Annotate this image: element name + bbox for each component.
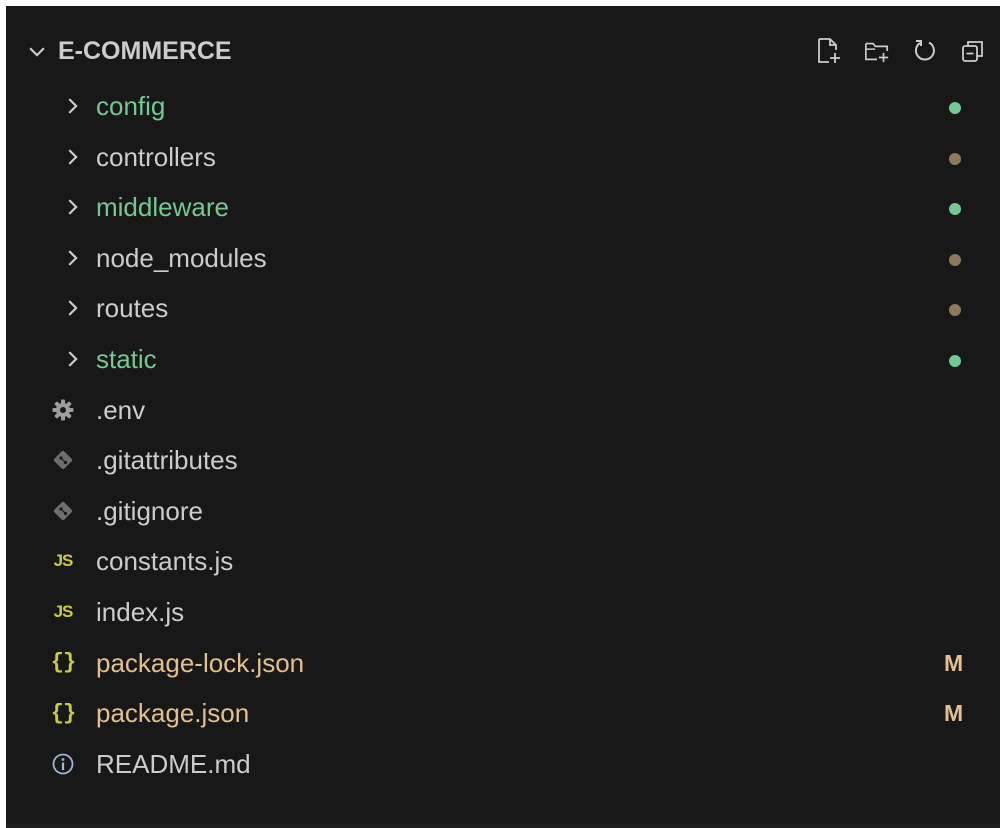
explorer-actions bbox=[794, 32, 986, 70]
git-modified-badge: M bbox=[944, 700, 964, 727]
chevron-down-icon bbox=[29, 47, 45, 57]
git-modified-badge: M bbox=[944, 649, 964, 676]
explorer-section-header[interactable]: E-COMMERCE bbox=[6, 26, 1000, 76]
explorer-panel: E-COMMERCE config controllers middleware… bbox=[6, 6, 1000, 828]
tree-item-label: package-lock.json bbox=[96, 647, 305, 678]
tree-item-label: routes bbox=[96, 293, 169, 324]
refresh-icon bbox=[914, 40, 935, 61]
tree-item-label: config bbox=[96, 91, 166, 121]
git-status-dot bbox=[949, 152, 961, 165]
git-status-dot bbox=[949, 304, 961, 317]
new-folder-icon bbox=[865, 42, 889, 63]
tree-item-label: .gitignore bbox=[96, 495, 203, 526]
git-status-dot bbox=[949, 253, 961, 266]
tree-item-label: .gitattributes bbox=[96, 445, 238, 476]
tree-item-package-lock-json[interactable]: {} package-lock.json M bbox=[6, 639, 1000, 690]
git-icon bbox=[48, 446, 78, 474]
tree-item-label: index.js bbox=[96, 596, 185, 627]
refresh-button[interactable] bbox=[912, 36, 938, 66]
tree-item-label: node_modules bbox=[96, 242, 267, 273]
tree-item-label: constants.js bbox=[96, 546, 234, 577]
tree-item-label: package.json bbox=[96, 698, 250, 729]
gear-icon bbox=[48, 396, 78, 424]
git-status-dot bbox=[949, 102, 961, 114]
tree-item-env[interactable]: .env bbox=[6, 386, 1000, 437]
json-icon: {} bbox=[50, 650, 76, 676]
collapse-all-icon bbox=[962, 41, 983, 62]
chevron-right-icon bbox=[68, 300, 78, 317]
tree-item-label: README.md bbox=[96, 748, 251, 779]
new-file-icon bbox=[818, 38, 840, 63]
git-icon bbox=[48, 497, 78, 525]
collapse-all-button[interactable] bbox=[960, 36, 986, 66]
chevron-right-icon bbox=[68, 250, 78, 266]
js-icon: JS bbox=[53, 601, 74, 621]
tree-item-label: controllers bbox=[96, 141, 216, 172]
tree-item-label: .env bbox=[96, 394, 146, 425]
js-icon: JS bbox=[53, 551, 74, 571]
chevron-right-icon bbox=[68, 148, 78, 165]
tree-item-constants-js[interactable]: JS constants.js bbox=[6, 537, 1000, 588]
git-status-dot bbox=[949, 354, 961, 367]
tree-item-index-js[interactable]: JS index.js bbox=[6, 588, 1000, 639]
json-icon: {} bbox=[50, 700, 76, 726]
tree-item-node-modules[interactable]: node_modules bbox=[6, 234, 1000, 285]
tree-item-config[interactable]: config bbox=[6, 82, 1000, 133]
new-folder-button[interactable] bbox=[864, 36, 890, 66]
tree-item-controllers[interactable]: controllers bbox=[6, 133, 1000, 184]
tree-item-package-json[interactable]: {} package.json M bbox=[6, 689, 1000, 740]
tree-item-routes[interactable]: routes bbox=[6, 284, 1000, 335]
chevron-right-icon bbox=[68, 199, 78, 215]
chevron-right-icon bbox=[68, 98, 78, 114]
tree-item-gitattributes[interactable]: .gitattributes bbox=[6, 436, 1000, 487]
section-title: E-COMMERCE bbox=[58, 37, 232, 65]
new-file-button[interactable] bbox=[816, 36, 842, 66]
tree-item-gitignore[interactable]: .gitignore bbox=[6, 487, 1000, 538]
tree-item-readme-md[interactable]: README.md bbox=[6, 740, 1000, 791]
tree-item-label: static bbox=[96, 343, 157, 374]
chevron-right-icon bbox=[68, 351, 78, 367]
file-tree: config controllers middleware node_modul… bbox=[6, 82, 1000, 790]
tree-item-static[interactable]: static bbox=[6, 335, 1000, 386]
tree-item-middleware[interactable]: middleware bbox=[6, 183, 1000, 234]
info-icon bbox=[48, 750, 78, 778]
tree-item-label: middleware bbox=[96, 192, 229, 223]
git-status-dot bbox=[949, 203, 961, 216]
